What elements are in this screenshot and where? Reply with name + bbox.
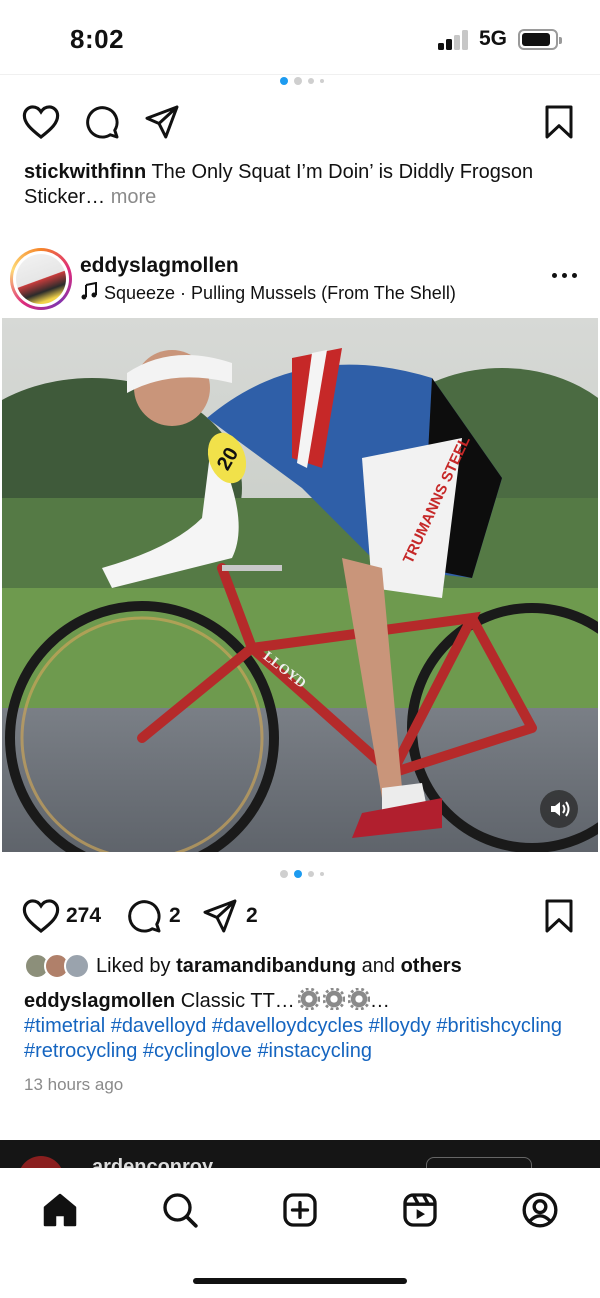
- music-attribution[interactable]: Squeeze · Pulling Mussels (From The Shel…: [80, 281, 456, 305]
- bottom-tab-bar: [0, 1168, 600, 1298]
- post-time-ago: 13 hours ago: [24, 1075, 124, 1094]
- comment-count[interactable]: 2: [169, 904, 181, 928]
- comment-icon[interactable]: [84, 104, 120, 140]
- post-photo[interactable]: 20 TRUMANNS STEEL LLOYD: [2, 318, 598, 852]
- home-indicator[interactable]: [193, 1278, 407, 1284]
- battery-icon: [518, 29, 562, 50]
- sound-toggle-icon[interactable]: [540, 790, 578, 828]
- share-icon[interactable]: [202, 898, 238, 934]
- hashtags[interactable]: #timetrial #davelloyd #davelloydcycles #…: [24, 1014, 584, 1064]
- reels-icon[interactable]: [400, 1190, 440, 1230]
- save-icon[interactable]: [542, 898, 576, 934]
- more-link[interactable]: more: [111, 186, 157, 208]
- status-time: 8:02: [70, 24, 125, 54]
- create-icon[interactable]: [280, 1190, 320, 1230]
- share-icon[interactable]: [144, 104, 180, 140]
- like-count[interactable]: 274: [66, 904, 101, 928]
- more-options-icon[interactable]: [552, 272, 580, 280]
- profile-icon[interactable]: [520, 1190, 560, 1230]
- like-icon[interactable]: [22, 104, 60, 140]
- carousel-indicator: [280, 869, 324, 879]
- liked-by-and: and: [361, 954, 396, 977]
- liked-by-user[interactable]: taramandibandung: [176, 955, 356, 977]
- post-username[interactable]: eddyslagmollen: [80, 254, 239, 278]
- search-icon[interactable]: [160, 1190, 200, 1230]
- like-icon[interactable]: [22, 898, 60, 934]
- caption-text: Classic TT…: [180, 990, 295, 1012]
- previous-post-caption: stickwithfinn The Only Squat I’m Doin’ i…: [24, 160, 564, 210]
- home-icon[interactable]: [40, 1190, 80, 1230]
- save-icon[interactable]: [542, 104, 576, 140]
- status-bar: 8:02 5G: [0, 0, 600, 78]
- liked-by-others[interactable]: others: [401, 955, 462, 977]
- divider: [0, 74, 600, 75]
- caption-username[interactable]: stickwithfinn: [24, 161, 146, 183]
- gear-icon: [322, 987, 346, 1017]
- liker-avatars: [24, 953, 96, 979]
- carousel-indicator-previous: [280, 76, 324, 86]
- avatar[interactable]: [10, 248, 72, 310]
- caption-username[interactable]: eddyslagmollen: [24, 990, 175, 1012]
- post-caption: eddyslagmollen Classic TT… …: [24, 987, 584, 1017]
- liked-by[interactable]: Liked by taramandibandung and others: [24, 952, 462, 980]
- comment-icon[interactable]: [126, 898, 162, 934]
- music-label: Squeeze · Pulling Mussels (From The Shel…: [104, 283, 456, 303]
- music-note-icon: [80, 281, 98, 305]
- caption-ellipsis: …: [369, 990, 390, 1012]
- liked-by-prefix: Liked by: [96, 954, 171, 977]
- network-type: 5G: [479, 27, 508, 50]
- gear-icon: [297, 987, 321, 1017]
- share-count[interactable]: 2: [246, 904, 258, 928]
- cellular-signal-icon: [438, 30, 470, 50]
- gear-icon: [347, 987, 371, 1017]
